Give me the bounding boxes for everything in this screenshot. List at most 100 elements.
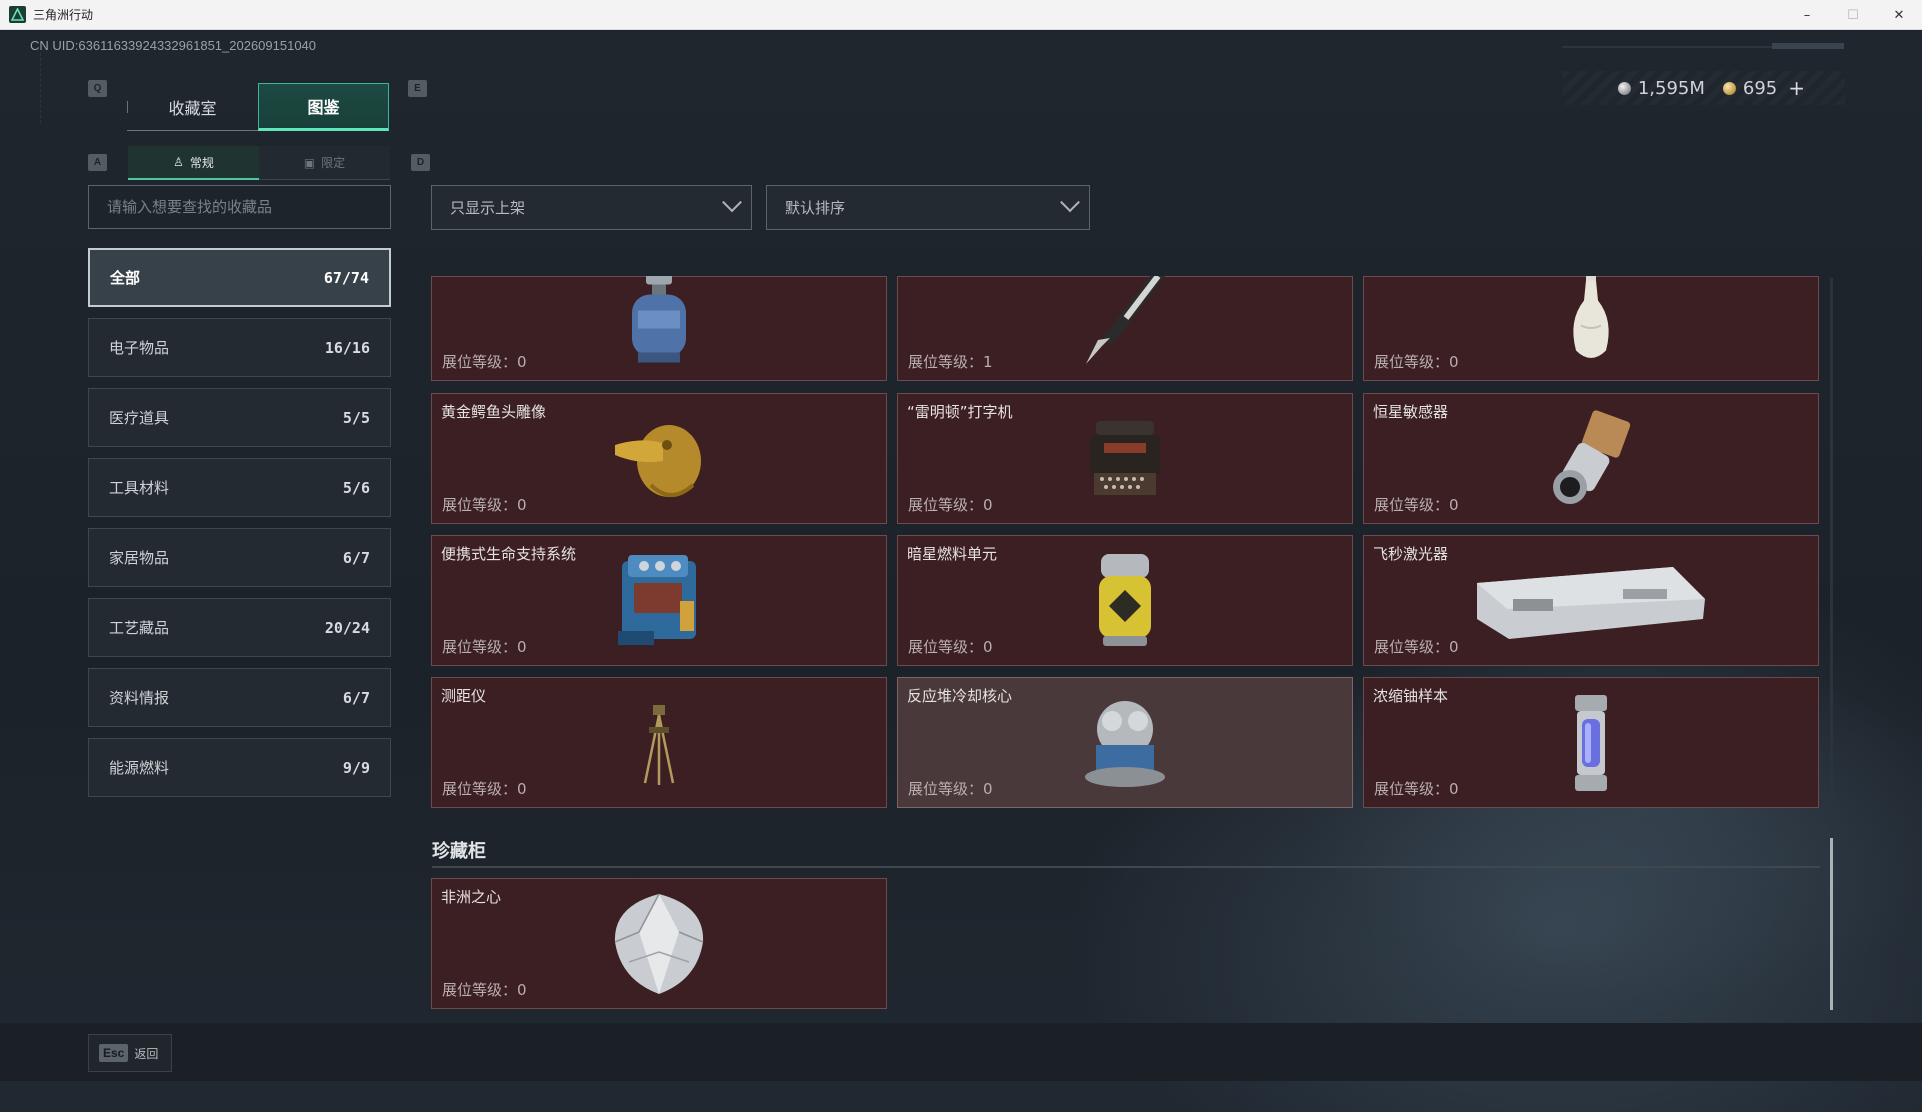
item-card[interactable]: 反应堆冷却核心 展位等级：0 <box>897 677 1353 808</box>
category-label: 能源燃料 <box>109 759 170 777</box>
silver-currency: 1,595M <box>1617 77 1705 99</box>
category-count: 6/7 <box>342 688 370 707</box>
minimize-button[interactable]: – <box>1784 0 1830 30</box>
item-level: 展位等级：0 <box>908 496 993 514</box>
category-all[interactable]: 全部 67/74 <box>88 248 391 307</box>
subtab-limited-label: 限定 <box>321 156 346 170</box>
close-button[interactable]: ✕ <box>1876 0 1922 30</box>
item-name: “雷明顿”打字机 <box>907 403 1013 421</box>
search-input[interactable] <box>107 198 390 216</box>
category-label: 电子物品 <box>109 339 170 357</box>
silver-coin-icon <box>1617 81 1631 95</box>
item-level: 展位等级：1 <box>908 353 993 371</box>
item-level: 展位等级：0 <box>442 353 527 371</box>
sort-dropdown[interactable]: 默认排序 <box>766 185 1090 230</box>
item-card[interactable]: 非洲之心 展位等级：0 <box>431 878 887 1009</box>
tab-collection-room[interactable]: 收藏室 <box>127 83 258 131</box>
item-card[interactable]: 便携式生命支持系统 展位等级：0 <box>431 535 887 666</box>
item-card[interactable]: “雷明顿”打字机 展位等级：0 <box>897 393 1353 524</box>
item-level: 展位等级：0 <box>1374 638 1459 656</box>
currency-bar: 1,595M 695 + <box>1563 71 1845 105</box>
app-logo-icon <box>9 6 26 23</box>
rangefinder-tripod-icon <box>643 704 675 785</box>
window-controls: – ☐ ✕ <box>1784 0 1922 30</box>
category-count: 5/5 <box>342 408 370 427</box>
category-crafts[interactable]: 工艺藏品 20/24 <box>88 598 391 657</box>
item-name: 反应堆冷却核心 <box>907 687 1013 705</box>
item-name: 便携式生命支持系统 <box>441 545 577 563</box>
gold-amount: 695 <box>1742 77 1778 99</box>
category-label: 工具材料 <box>109 479 170 497</box>
back-button[interactable]: Esc 返回 <box>88 1034 172 1072</box>
item-name: 测距仪 <box>441 687 487 705</box>
esc-key-hint: Esc <box>99 1044 129 1062</box>
item-card[interactable]: 暗星燃料单元 展位等级：0 <box>897 535 1353 666</box>
maximize-button[interactable]: ☐ <box>1830 0 1876 30</box>
item-card[interactable]: 浓缩铀样本 展位等级：0 <box>1363 677 1819 808</box>
uranium-sample-icon <box>1575 694 1607 791</box>
category-electronics[interactable]: 电子物品 16/16 <box>88 318 391 377</box>
item-level: 展位等级：0 <box>908 780 993 798</box>
item-name: 黄金鳄鱼头雕像 <box>441 403 547 421</box>
shelf-filter-dropdown[interactable]: 只显示上架 <box>431 185 752 230</box>
category-household[interactable]: 家居物品 6/7 <box>88 528 391 587</box>
porcelain-vase-icon <box>1573 276 1609 359</box>
item-name: 暗星燃料单元 <box>907 545 998 563</box>
window-titlebar: 三角洲行动 – ☐ ✕ <box>0 0 1922 30</box>
item-level: 展位等级：0 <box>442 638 527 656</box>
reactor-cooling-core-icon <box>1085 700 1165 787</box>
sort-value: 默认排序 <box>785 199 846 217</box>
category-label: 全部 <box>110 269 141 287</box>
item-level: 展位等级：0 <box>1374 780 1459 798</box>
category-count: 16/16 <box>324 338 370 357</box>
item-level: 展位等级：0 <box>908 638 993 656</box>
item-name: 非洲之心 <box>441 888 502 906</box>
item-card[interactable]: 展位等级：1 <box>897 276 1353 381</box>
item-card[interactable]: 飞秒激光器 展位等级：0 <box>1363 535 1819 666</box>
item-grid: 展位等级：0 展位等级：1 展位等级：0 黄金鳄鱼头雕像 展位等级：0 “雷明顿… <box>430 276 1822 1012</box>
chevron-down-icon <box>722 191 742 212</box>
item-card[interactable]: 黄金鳄鱼头雕像 展位等级：0 <box>431 393 887 524</box>
search-field[interactable] <box>88 185 391 229</box>
silver-amount: 1,595M <box>1637 77 1705 99</box>
window-title: 三角洲行动 <box>33 8 94 22</box>
grid-scrollbar[interactable] <box>1830 278 1833 1010</box>
shelf-filter-value: 只显示上架 <box>450 199 526 217</box>
key-hint-d: D <box>411 154 430 171</box>
category-label: 医疗道具 <box>109 409 170 427</box>
fountain-pen-icon <box>1086 276 1166 365</box>
category-label: 工艺藏品 <box>109 619 170 637</box>
category-intel[interactable]: 资料情报 6/7 <box>88 668 391 727</box>
figure-icon: ♙ <box>173 155 184 169</box>
key-hint-q: Q <box>88 80 107 97</box>
subtab-regular[interactable]: ♙ 常规 <box>128 146 259 180</box>
gas-canister-icon <box>632 276 686 363</box>
item-card[interactable]: 测距仪 展位等级：0 <box>431 677 887 808</box>
tab-codex[interactable]: 图鉴 <box>258 83 389 131</box>
category-count: 5/6 <box>342 478 370 497</box>
back-label: 返回 <box>134 1046 159 1061</box>
subtab-limited[interactable]: ▣ 限定 <box>259 146 390 180</box>
gold-coin-icon <box>1722 81 1736 95</box>
gold-currency: 695 + <box>1722 76 1805 100</box>
item-card[interactable]: 展位等级：0 <box>1363 276 1819 381</box>
category-count: 67/74 <box>323 268 369 287</box>
category-count: 9/9 <box>342 758 370 777</box>
item-name: 浓缩铀样本 <box>1373 687 1449 705</box>
category-tools[interactable]: 工具材料 5/6 <box>88 458 391 517</box>
add-currency-button[interactable]: + <box>1788 76 1805 100</box>
category-medical[interactable]: 医疗道具 5/5 <box>88 388 391 447</box>
item-level: 展位等级：0 <box>1374 496 1459 514</box>
life-support-system-icon <box>618 554 696 645</box>
item-card[interactable]: 展位等级：0 <box>431 276 887 381</box>
item-level: 展位等级：0 <box>442 780 527 798</box>
typewriter-icon <box>1090 420 1160 495</box>
category-count: 20/24 <box>324 618 370 637</box>
item-card[interactable]: 恒星敏感器 展位等级：0 <box>1363 393 1819 524</box>
category-energy[interactable]: 能源燃料 9/9 <box>88 738 391 797</box>
main-tabs: 收藏室 图鉴 <box>127 83 389 131</box>
category-label: 家居物品 <box>109 549 170 567</box>
scrollbar-thumb[interactable] <box>1830 838 1833 1010</box>
key-hint-e: E <box>408 80 427 97</box>
sub-tabs: ♙ 常规 ▣ 限定 <box>128 146 390 180</box>
